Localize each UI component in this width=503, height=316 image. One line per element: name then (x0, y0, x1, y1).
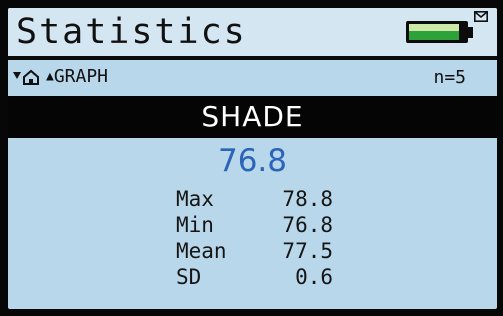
page-title: Statistics (16, 12, 247, 52)
stat-value: 77.5 (282, 239, 333, 263)
title-bar: Statistics (8, 8, 497, 56)
up-arrow-icon: ▲ (46, 69, 54, 84)
battery-level (409, 31, 459, 40)
stat-value: 76.8 (282, 213, 333, 237)
stat-value: 0.6 (295, 265, 333, 289)
current-value: 76.8 (217, 143, 288, 179)
stat-row-min: Min 76.8 (8, 212, 497, 238)
stat-row-max: Max 78.8 (8, 186, 497, 212)
statistics-table: Max 78.8 Min 76.8 Mean 77.5 SD 0.6 (8, 186, 497, 306)
stat-label: Mean (176, 239, 227, 263)
measurement-label: SHADE (201, 100, 304, 133)
down-arrow-icon (13, 72, 21, 79)
stat-label: Max (176, 187, 214, 211)
stat-row-mean: Mean 77.5 (8, 238, 497, 264)
sample-count: n=5 (433, 67, 466, 88)
stat-label: Min (176, 213, 214, 237)
stat-value: 78.8 (282, 187, 333, 211)
battery-tip (467, 27, 473, 38)
graph-nav-item[interactable]: ▲GRAPH (46, 66, 108, 88)
battery-icon (406, 21, 468, 43)
battery-highlight (409, 24, 459, 31)
stat-row-sd: SD 0.6 (8, 264, 497, 290)
home-icon[interactable] (12, 68, 42, 86)
navigation-row: ▲GRAPH n=5 (8, 60, 497, 96)
graph-label: GRAPH (53, 66, 109, 87)
stat-label: SD (176, 265, 202, 289)
display-screen: Statistics ▲GRAPH n=5 SHADE 76.8 Max 78.… (8, 8, 497, 309)
mail-icon (474, 11, 488, 22)
measurement-header: SHADE (8, 96, 497, 138)
